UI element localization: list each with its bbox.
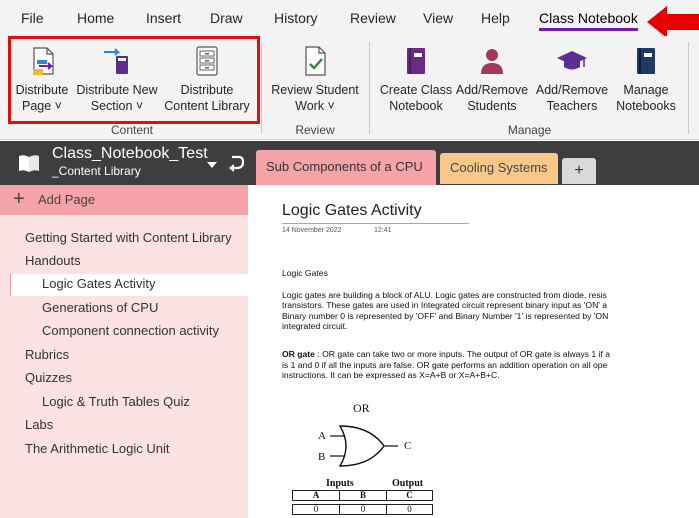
students-icon [481,49,503,74]
or-diagram-title: OR [353,401,370,415]
page-list-pane: + Add Page Getting Started with Content … [0,185,248,518]
chevron-down-icon[interactable] [207,161,217,169]
paragraph-line: OR gate : OR gate can take two or more i… [282,349,610,359]
paragraph-line: is 1 and 0 if all the inputs are false. … [282,360,608,370]
graduation-cap-icon [557,51,587,70]
page-item-getting-started[interactable]: Getting Started with Content Library [25,230,232,252]
add-section-button[interactable]: + [562,158,596,184]
page-item-component-connection[interactable]: Component connection activity [42,323,219,345]
add-remove-teachers-button[interactable]: Add/Remove Teachers [533,44,611,114]
content-group-highlight-box [8,36,260,124]
truth-table-header-cell: C [386,490,433,501]
or-gate-diagram [330,425,398,467]
or-gate-term: OR gate [282,349,315,359]
gate-input-a: A [318,430,326,442]
page-item-labs[interactable]: Labs [25,417,53,439]
tab-sub-components-of-a-cpu[interactable]: Sub Components of a CPU [256,150,436,185]
menu-class-notebook[interactable]: Class Notebook [539,10,638,31]
menu-draw[interactable]: Draw [210,10,243,26]
paragraph-line: transistors. These gates are used in Int… [282,300,608,310]
page-item-handouts[interactable]: Handouts [25,253,81,275]
page-title-underline [282,223,469,224]
create-notebook-label-2: Notebook [389,99,443,113]
red-arrow-annotation [647,6,699,38]
page-time: 12:41 [374,227,392,234]
manage-notebooks-label-1: Manage [623,83,669,97]
gate-output-c: C [404,440,412,452]
review-work-label-2: Work ˅ [295,99,335,113]
ribbon-separator [688,42,689,134]
paragraph-line: instructions. It can be expressed as X=A… [282,370,500,380]
ribbon-separator [261,42,262,134]
truth-table-inputs-header: Inputs [326,478,354,489]
menu-review[interactable]: Review [350,10,396,26]
content-group-label: Content [110,123,154,137]
notebook-section-name: _Content Library [52,164,141,178]
manage-notebooks-label-2: Notebooks [616,99,676,113]
plus-icon: + [13,188,25,210]
paragraph-line: Logic gates are building a block of ALU.… [282,290,607,300]
paragraph-line: integrated circuit. [282,321,348,331]
menu-insert[interactable]: Insert [146,10,181,26]
open-book-icon [19,155,39,172]
review-group-label: Review [295,123,335,137]
gate-input-b: B [318,451,326,463]
truth-table-output-header: Output [392,478,424,489]
tab-cooling-systems[interactable]: Cooling Systems [440,153,558,184]
menu-help[interactable]: Help [481,10,510,26]
students-label-2: Students [467,99,517,113]
page-item-quizzes[interactable]: Quizzes [25,370,72,392]
truth-table-header-cell: B [339,490,387,501]
review-student-work-button[interactable]: Review Student Work ˅ [268,44,362,114]
create-class-notebook-button[interactable]: Create Class Notebook [378,44,454,114]
page-title[interactable]: Logic Gates Activity [282,202,422,220]
paragraph-line: Binary number 0 is represented by 'OFF' … [282,311,609,321]
teachers-label-1: Add/Remove [535,83,609,97]
manage-group-label: Manage [507,123,552,137]
teachers-label-2: Teachers [546,99,598,113]
review-work-icon [305,46,326,76]
truth-table-cell: 0 [292,504,340,515]
page-item-generations-of-cpu[interactable]: Generations of CPU [42,300,158,322]
truth-table-header-cell: A [292,490,340,501]
page-item-rubrics[interactable]: Rubrics [25,347,69,369]
menu-home[interactable]: Home [77,10,114,26]
page-date: 14 November 2022 [282,227,342,234]
truth-table-cell: 0 [386,504,433,515]
content-heading: Logic Gates [282,268,328,278]
review-work-label-1: Review Student [271,83,359,97]
menu-history[interactable]: History [274,10,318,26]
truth-table-cell: 0 [339,504,387,515]
notebook-title[interactable]: Class_Notebook_Test [52,145,208,163]
manage-notebook-icon [637,48,655,74]
add-page-label: Add Page [38,192,96,207]
page-item-logic-truth-tables-quiz[interactable]: Logic & Truth Tables Quiz [42,394,190,416]
menu-bar: File Home Insert Draw History Review Vie… [0,0,699,36]
menu-file[interactable]: File [21,10,44,26]
students-label-1: Add/Remove [455,83,529,97]
notebook-icon [407,48,425,74]
page-item-arithmetic-logic-unit[interactable]: The Arithmetic Logic Unit [25,441,170,463]
or-gate-definition: : OR gate can take two or more inputs. T… [317,349,610,359]
ribbon-separator [369,42,370,134]
create-notebook-label-1: Create Class [379,83,453,97]
page-item-logic-gates-activity[interactable]: Logic Gates Activity [10,274,248,296]
add-remove-students-button[interactable]: Add/Remove Students [453,44,531,114]
manage-notebooks-button[interactable]: Manage Notebooks [611,44,681,114]
menu-view[interactable]: View [423,10,453,26]
add-page-button[interactable]: + Add Page [0,185,248,215]
sync-icon[interactable] [228,154,244,172]
